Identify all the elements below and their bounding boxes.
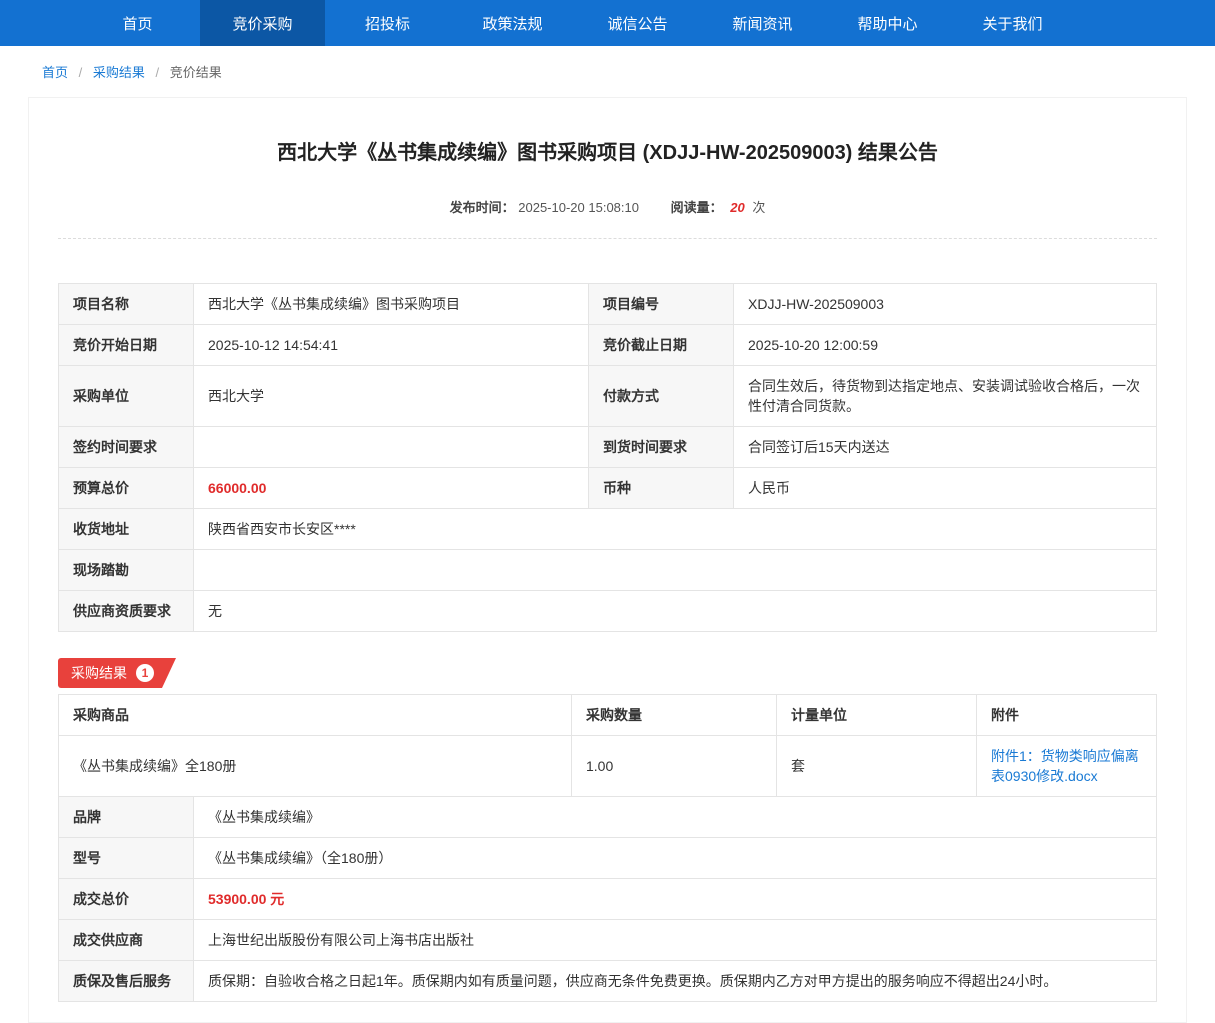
views-count: 20 — [730, 200, 744, 215]
detail-label: 成交供应商 — [59, 920, 194, 961]
nav-item-help-center[interactable]: 帮助中心 — [825, 0, 950, 46]
attachment-link[interactable]: 附件1：货物类响应偏离表0930修改.docx — [991, 748, 1139, 784]
info-value: 无 — [194, 591, 1157, 632]
column-header: 采购商品 — [59, 695, 572, 736]
product-quantity: 1.00 — [572, 736, 777, 797]
info-label: 项目名称 — [59, 284, 194, 325]
info-value: 2025-10-12 14:54:41 — [194, 325, 589, 366]
info-label: 竞价截止日期 — [589, 325, 734, 366]
table-header-row: 采购商品 采购数量 计量单位 附件 — [59, 695, 1157, 736]
nav-item-bidding-purchase[interactable]: 竞价采购 — [200, 0, 325, 46]
nav-item-news[interactable]: 新闻资讯 — [700, 0, 825, 46]
detail-value: 上海世纪出版股份有限公司上海书店出版社 — [194, 920, 1157, 961]
info-label: 现场踏勘 — [59, 550, 194, 591]
nav-item-tendering[interactable]: 招投标 — [325, 0, 450, 46]
info-value — [194, 550, 1157, 591]
info-label: 收货地址 — [59, 509, 194, 550]
info-label: 签约时间要求 — [59, 427, 194, 468]
main-nav: 首页 竞价采购 招投标 政策法规 诚信公告 新闻资讯 帮助中心 关于我们 — [0, 0, 1215, 46]
info-label: 付款方式 — [589, 366, 734, 427]
table-row: 供应商资质要求 无 — [59, 591, 1157, 632]
table-row: 现场踏勘 — [59, 550, 1157, 591]
table-row: 采购单位 西北大学 付款方式 合同生效后，待货物到达指定地点、安装调试验收合格后… — [59, 366, 1157, 427]
table-row: 项目名称 西北大学《丛书集成续编》图书采购项目 项目编号 XDJJ-HW-202… — [59, 284, 1157, 325]
breadcrumb-home[interactable]: 首页 — [42, 65, 68, 80]
nav-item-integrity-notice[interactable]: 诚信公告 — [575, 0, 700, 46]
breadcrumb-separator: / — [79, 65, 83, 80]
article-card: 西北大学《丛书集成续编》图书采购项目 (XDJJ-HW-202509003) 结… — [28, 97, 1187, 1023]
detail-label: 型号 — [59, 838, 194, 879]
attachment-cell: 附件1：货物类响应偏离表0930修改.docx — [977, 736, 1157, 797]
result-detail-table: 品牌 《丛书集成续编》 型号 《丛书集成续编》（全180册） 成交总价 5390… — [58, 796, 1157, 1002]
breadcrumb-purchase-results[interactable]: 采购结果 — [93, 65, 145, 80]
purchase-result-table: 采购商品 采购数量 计量单位 附件 《丛书集成续编》全180册 1.00 套 附… — [58, 694, 1157, 797]
page-title: 西北大学《丛书集成续编》图书采购项目 (XDJJ-HW-202509003) 结… — [58, 136, 1157, 165]
detail-label: 品牌 — [59, 797, 194, 838]
project-info-table: 项目名称 西北大学《丛书集成续编》图书采购项目 项目编号 XDJJ-HW-202… — [58, 283, 1157, 632]
product-unit: 套 — [777, 736, 977, 797]
detail-value: 质保期：自验收合格之日起1年。质保期内如有质量问题，供应商无条件免费更换。质保期… — [194, 961, 1157, 1002]
table-row: 收货地址 陕西省西安市长安区**** — [59, 509, 1157, 550]
detail-label: 质保及售后服务 — [59, 961, 194, 1002]
column-header: 采购数量 — [572, 695, 777, 736]
column-header: 附件 — [977, 695, 1157, 736]
result-badge-row: 采购结果 1 — [58, 658, 1157, 688]
info-value: 合同签订后15天内送达 — [734, 427, 1157, 468]
info-label: 供应商资质要求 — [59, 591, 194, 632]
info-label: 币种 — [589, 468, 734, 509]
budget-total-value: 66000.00 — [194, 468, 589, 509]
info-value: 陕西省西安市长安区**** — [194, 509, 1157, 550]
info-value: 西北大学 — [194, 366, 589, 427]
publish-time-value: 2025-10-20 15:08:10 — [518, 200, 639, 215]
info-value: 2025-10-20 12:00:59 — [734, 325, 1157, 366]
breadcrumb-separator: / — [156, 65, 160, 80]
info-label: 竞价开始日期 — [59, 325, 194, 366]
info-value: 人民币 — [734, 468, 1157, 509]
detail-value: 《丛书集成续编》 — [194, 797, 1157, 838]
table-row: 成交供应商 上海世纪出版股份有限公司上海书店出版社 — [59, 920, 1157, 961]
purchase-result-badge-label: 采购结果 — [71, 663, 127, 683]
nav-item-policies[interactable]: 政策法规 — [450, 0, 575, 46]
info-value: 合同生效后，待货物到达指定地点、安装调试验收合格后，一次性付清合同货款。 — [734, 366, 1157, 427]
breadcrumb-current: 竞价结果 — [170, 65, 222, 80]
detail-label: 成交总价 — [59, 879, 194, 920]
deal-total-price: 53900.00 元 — [194, 879, 1157, 920]
purchase-result-badge: 采购结果 1 — [58, 658, 176, 688]
column-header: 计量单位 — [777, 695, 977, 736]
product-name: 《丛书集成续编》全180册 — [59, 736, 572, 797]
info-label: 到货时间要求 — [589, 427, 734, 468]
info-label: 项目编号 — [589, 284, 734, 325]
breadcrumb: 首页 / 采购结果 / 竞价结果 — [0, 46, 1215, 91]
views-suffix: 次 — [752, 200, 765, 215]
table-row: 质保及售后服务 质保期：自验收合格之日起1年。质保期内如有质量问题，供应商无条件… — [59, 961, 1157, 1002]
info-label: 预算总价 — [59, 468, 194, 509]
table-row: 签约时间要求 到货时间要求 合同签订后15天内送达 — [59, 427, 1157, 468]
table-row: 竞价开始日期 2025-10-12 14:54:41 竞价截止日期 2025-1… — [59, 325, 1157, 366]
table-row: 品牌 《丛书集成续编》 — [59, 797, 1157, 838]
table-row: 成交总价 53900.00 元 — [59, 879, 1157, 920]
nav-item-home[interactable]: 首页 — [75, 0, 200, 46]
detail-value: 《丛书集成续编》（全180册） — [194, 838, 1157, 879]
info-value: XDJJ-HW-202509003 — [734, 284, 1157, 325]
table-row: 预算总价 66000.00 币种 人民币 — [59, 468, 1157, 509]
info-value — [194, 427, 589, 468]
info-value: 西北大学《丛书集成续编》图书采购项目 — [194, 284, 589, 325]
table-row: 《丛书集成续编》全180册 1.00 套 附件1：货物类响应偏离表0930修改.… — [59, 736, 1157, 797]
table-row: 型号 《丛书集成续编》（全180册） — [59, 838, 1157, 879]
article-meta: 发布时间： 2025-10-20 15:08:10 阅读量： 20 次 — [58, 197, 1157, 239]
nav-item-about-us[interactable]: 关于我们 — [950, 0, 1075, 46]
purchase-result-count: 1 — [136, 664, 154, 682]
info-label: 采购单位 — [59, 366, 194, 427]
views-label: 阅读量： — [671, 200, 723, 215]
publish-time-label: 发布时间： — [450, 200, 515, 215]
